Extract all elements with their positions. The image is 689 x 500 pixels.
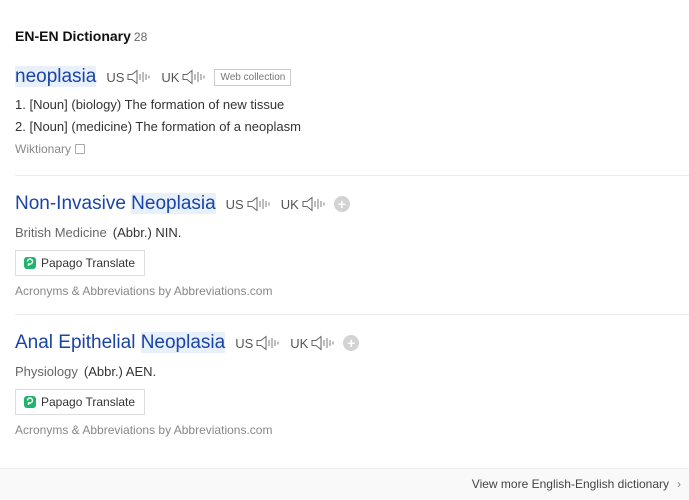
speaker-icon	[247, 196, 270, 212]
pronunciation-us[interactable]: US	[106, 69, 151, 85]
speaker-icon	[311, 335, 334, 351]
speaker-icon	[256, 335, 279, 351]
entry-word[interactable]: neoplasia	[15, 66, 97, 88]
abbreviation: (Abbr.) AEN.	[83, 364, 157, 379]
entry-word[interactable]: Non-Invasive Neoplasia	[15, 193, 216, 215]
speaker-icon	[127, 69, 150, 85]
abbreviation: (Abbr.) NIN.	[112, 225, 182, 240]
entry-anal-epithelial-neoplasia: Anal Epithelial Neoplasia US UK + Physio…	[15, 330, 689, 437]
result-count: 28	[133, 30, 148, 44]
papago-icon	[24, 396, 36, 408]
footer-bar: View more English-English dictionary ›	[0, 468, 689, 500]
source-wiktionary[interactable]: Wiktionary	[15, 142, 689, 156]
pronunciation-us[interactable]: US	[235, 335, 280, 351]
speaker-icon	[182, 69, 206, 85]
pronunciation-us[interactable]: US	[226, 196, 271, 212]
entry-neoplasia: neoplasia US UK Web collection 1. [Noun]…	[15, 64, 689, 156]
speaker-icon	[302, 196, 325, 212]
papago-translate-button[interactable]: Papago Translate	[15, 250, 146, 276]
pronunciation-uk[interactable]: UK	[281, 196, 326, 212]
field-category: British Medicine	[15, 225, 107, 240]
dictionary-title: EN-EN Dictionary	[15, 28, 131, 44]
add-to-wordbook-icon[interactable]: +	[333, 196, 350, 212]
source-abbreviations[interactable]: Acronyms & Abbreviations by Abbreviation…	[15, 284, 689, 298]
papago-translate-button[interactable]: Papago Translate	[15, 389, 146, 415]
pronunciation-uk[interactable]: UK	[290, 335, 335, 351]
view-more-link[interactable]: View more English-English dictionary ›	[472, 477, 681, 491]
source-abbreviations[interactable]: Acronyms & Abbreviations by Abbreviation…	[15, 423, 689, 437]
divider	[15, 314, 689, 315]
entry-non-invasive-neoplasia: Non-Invasive Neoplasia US UK + British M…	[15, 191, 689, 298]
chevron-right-icon: ›	[677, 477, 681, 491]
dictionary-header: EN-EN Dictionary 28	[15, 28, 147, 44]
add-to-wordbook-icon[interactable]: +	[343, 335, 360, 351]
papago-icon	[24, 257, 36, 269]
definition-1: 1. [Noun] (biology) The formation of new…	[15, 97, 285, 112]
entry-word[interactable]: Anal Epithelial Neoplasia	[15, 332, 226, 354]
web-collection-badge[interactable]: Web collection	[214, 68, 292, 86]
definition-2: 2. [Noun] (medicine) The formation of a …	[15, 119, 301, 134]
copy-icon	[75, 144, 86, 154]
pronunciation-uk[interactable]: UK	[161, 69, 206, 85]
field-category: Physiology	[15, 364, 78, 379]
divider	[15, 175, 689, 176]
